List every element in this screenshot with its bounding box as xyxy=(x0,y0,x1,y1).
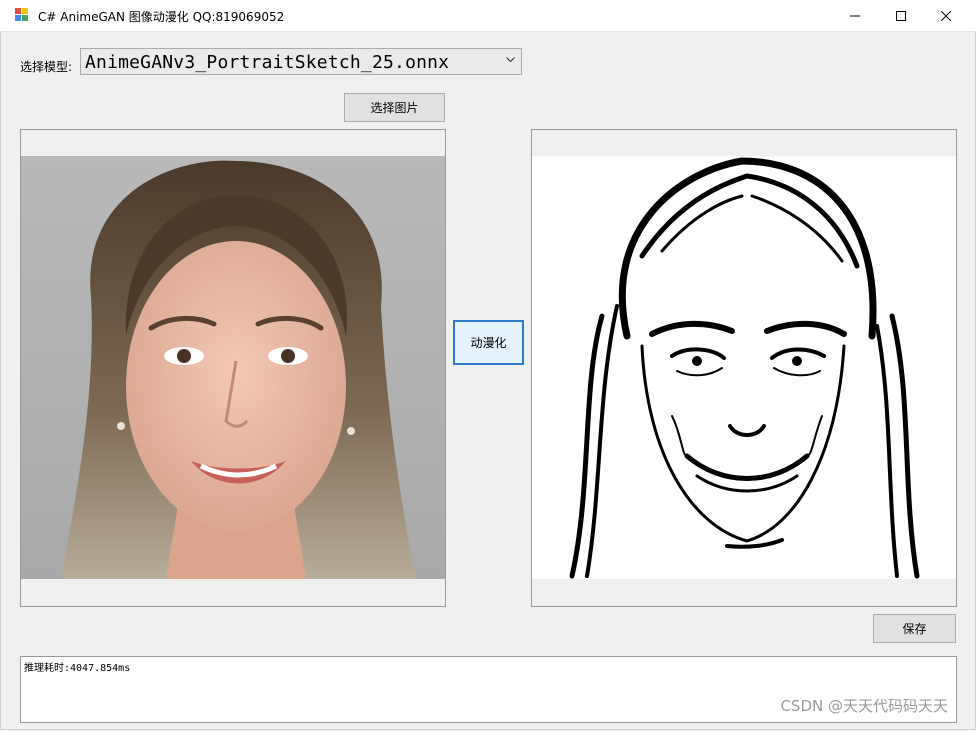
select-image-button[interactable]: 选择图片 xyxy=(344,93,445,122)
source-portrait-image xyxy=(21,156,445,579)
close-icon xyxy=(941,10,951,21)
close-button[interactable] xyxy=(923,0,969,31)
model-selected-value: AnimeGANv3_PortraitSketch_25.onnx xyxy=(85,52,450,73)
model-label: 选择模型: xyxy=(20,60,73,74)
result-sketch-image xyxy=(532,156,956,579)
chevron-down-icon xyxy=(506,57,515,63)
animate-button[interactable]: 动漫化 xyxy=(453,320,524,365)
title-bar: C# AnimeGAN 图像动漫化 QQ:819069052 xyxy=(0,0,976,32)
app-icon xyxy=(15,8,28,21)
minimize-icon xyxy=(850,15,860,16)
maximize-button[interactable] xyxy=(878,0,924,31)
window-title: C# AnimeGAN 图像动漫化 QQ:819069052 xyxy=(38,10,285,24)
inference-time-text: 推理耗时:4047.854ms xyxy=(24,663,131,674)
watermark: CSDN @天天代码码天天 xyxy=(780,697,948,715)
result-image-box xyxy=(531,129,957,607)
log-textbox[interactable]: 推理耗时:4047.854ms CSDN @天天代码码天天 xyxy=(20,656,957,723)
minimize-button[interactable] xyxy=(832,0,878,31)
source-image-box xyxy=(20,129,446,607)
model-dropdown[interactable]: AnimeGANv3_PortraitSketch_25.onnx xyxy=(80,48,522,75)
maximize-icon xyxy=(896,10,906,21)
save-button[interactable]: 保存 xyxy=(873,614,956,643)
